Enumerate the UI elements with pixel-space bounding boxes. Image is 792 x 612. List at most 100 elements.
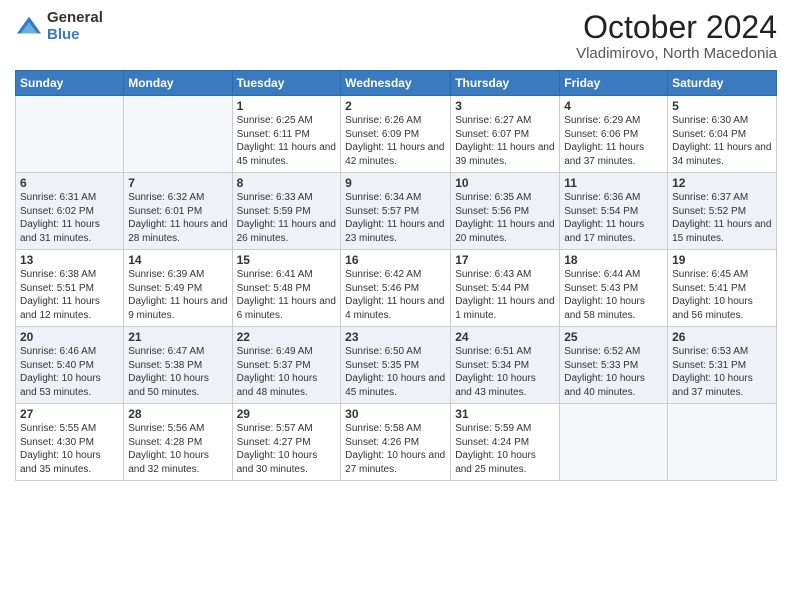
table-row: 31Sunrise: 5:59 AMSunset: 4:24 PMDayligh…	[451, 404, 560, 481]
day-number: 10	[455, 176, 555, 190]
day-info: Sunrise: 6:32 AMSunset: 6:01 PMDaylight:…	[128, 191, 227, 245]
table-row: 20Sunrise: 6:46 AMSunset: 5:40 PMDayligh…	[16, 327, 124, 404]
location-subtitle: Vladimirovo, North Macedonia	[576, 45, 777, 62]
day-number: 30	[345, 407, 446, 421]
calendar-table: Sunday Monday Tuesday Wednesday Thursday…	[15, 70, 777, 481]
table-row	[560, 404, 668, 481]
day-number: 13	[20, 253, 119, 267]
day-number: 6	[20, 176, 119, 190]
calendar-week-row: 1Sunrise: 6:25 AMSunset: 6:11 PMDaylight…	[16, 96, 777, 173]
day-number: 31	[455, 407, 555, 421]
day-number: 20	[20, 330, 119, 344]
day-info: Sunrise: 6:51 AMSunset: 5:34 PMDaylight:…	[455, 345, 555, 399]
table-row: 4Sunrise: 6:29 AMSunset: 6:06 PMDaylight…	[560, 96, 668, 173]
day-info: Sunrise: 6:29 AMSunset: 6:06 PMDaylight:…	[564, 114, 663, 168]
logo-blue-text: Blue	[47, 27, 103, 44]
title-block: October 2024 Vladimirovo, North Macedoni…	[576, 10, 777, 62]
calendar-week-row: 13Sunrise: 6:38 AMSunset: 5:51 PMDayligh…	[16, 250, 777, 327]
table-row: 13Sunrise: 6:38 AMSunset: 5:51 PMDayligh…	[16, 250, 124, 327]
day-number: 18	[564, 253, 663, 267]
day-info: Sunrise: 6:34 AMSunset: 5:57 PMDaylight:…	[345, 191, 446, 245]
logo-general-text: General	[47, 10, 103, 27]
col-tuesday: Tuesday	[232, 71, 341, 96]
day-number: 7	[128, 176, 227, 190]
table-row: 25Sunrise: 6:52 AMSunset: 5:33 PMDayligh…	[560, 327, 668, 404]
day-number: 4	[564, 99, 663, 113]
day-number: 15	[237, 253, 337, 267]
day-info: Sunrise: 5:59 AMSunset: 4:24 PMDaylight:…	[455, 422, 555, 476]
day-number: 23	[345, 330, 446, 344]
page-header: General Blue October 2024 Vladimirovo, N…	[15, 10, 777, 62]
table-row: 15Sunrise: 6:41 AMSunset: 5:48 PMDayligh…	[232, 250, 341, 327]
day-info: Sunrise: 6:37 AMSunset: 5:52 PMDaylight:…	[672, 191, 772, 245]
calendar-week-row: 20Sunrise: 6:46 AMSunset: 5:40 PMDayligh…	[16, 327, 777, 404]
day-number: 17	[455, 253, 555, 267]
logo-text: General Blue	[47, 10, 103, 43]
day-info: Sunrise: 6:47 AMSunset: 5:38 PMDaylight:…	[128, 345, 227, 399]
table-row: 6Sunrise: 6:31 AMSunset: 6:02 PMDaylight…	[16, 173, 124, 250]
table-row: 12Sunrise: 6:37 AMSunset: 5:52 PMDayligh…	[668, 173, 777, 250]
calendar-page: General Blue October 2024 Vladimirovo, N…	[0, 0, 792, 612]
day-number: 26	[672, 330, 772, 344]
day-info: Sunrise: 6:38 AMSunset: 5:51 PMDaylight:…	[20, 268, 119, 322]
table-row: 27Sunrise: 5:55 AMSunset: 4:30 PMDayligh…	[16, 404, 124, 481]
table-row: 19Sunrise: 6:45 AMSunset: 5:41 PMDayligh…	[668, 250, 777, 327]
table-row: 9Sunrise: 6:34 AMSunset: 5:57 PMDaylight…	[341, 173, 451, 250]
logo-icon	[15, 13, 43, 41]
col-wednesday: Wednesday	[341, 71, 451, 96]
col-saturday: Saturday	[668, 71, 777, 96]
calendar-week-row: 6Sunrise: 6:31 AMSunset: 6:02 PMDaylight…	[16, 173, 777, 250]
day-info: Sunrise: 6:26 AMSunset: 6:09 PMDaylight:…	[345, 114, 446, 168]
table-row: 23Sunrise: 6:50 AMSunset: 5:35 PMDayligh…	[341, 327, 451, 404]
day-info: Sunrise: 6:52 AMSunset: 5:33 PMDaylight:…	[564, 345, 663, 399]
day-number: 5	[672, 99, 772, 113]
day-info: Sunrise: 6:27 AMSunset: 6:07 PMDaylight:…	[455, 114, 555, 168]
calendar-header-row: Sunday Monday Tuesday Wednesday Thursday…	[16, 71, 777, 96]
table-row: 18Sunrise: 6:44 AMSunset: 5:43 PMDayligh…	[560, 250, 668, 327]
day-info: Sunrise: 6:31 AMSunset: 6:02 PMDaylight:…	[20, 191, 119, 245]
day-info: Sunrise: 6:50 AMSunset: 5:35 PMDaylight:…	[345, 345, 446, 399]
day-info: Sunrise: 6:43 AMSunset: 5:44 PMDaylight:…	[455, 268, 555, 322]
day-number: 9	[345, 176, 446, 190]
col-sunday: Sunday	[16, 71, 124, 96]
table-row: 24Sunrise: 6:51 AMSunset: 5:34 PMDayligh…	[451, 327, 560, 404]
table-row: 10Sunrise: 6:35 AMSunset: 5:56 PMDayligh…	[451, 173, 560, 250]
table-row: 17Sunrise: 6:43 AMSunset: 5:44 PMDayligh…	[451, 250, 560, 327]
day-info: Sunrise: 5:55 AMSunset: 4:30 PMDaylight:…	[20, 422, 119, 476]
day-info: Sunrise: 6:46 AMSunset: 5:40 PMDaylight:…	[20, 345, 119, 399]
day-info: Sunrise: 6:25 AMSunset: 6:11 PMDaylight:…	[237, 114, 337, 168]
day-number: 25	[564, 330, 663, 344]
day-number: 27	[20, 407, 119, 421]
col-thursday: Thursday	[451, 71, 560, 96]
day-number: 2	[345, 99, 446, 113]
day-info: Sunrise: 6:45 AMSunset: 5:41 PMDaylight:…	[672, 268, 772, 322]
day-number: 21	[128, 330, 227, 344]
day-number: 16	[345, 253, 446, 267]
day-number: 1	[237, 99, 337, 113]
table-row: 3Sunrise: 6:27 AMSunset: 6:07 PMDaylight…	[451, 96, 560, 173]
day-number: 3	[455, 99, 555, 113]
day-info: Sunrise: 6:35 AMSunset: 5:56 PMDaylight:…	[455, 191, 555, 245]
col-monday: Monday	[124, 71, 232, 96]
table-row: 16Sunrise: 6:42 AMSunset: 5:46 PMDayligh…	[341, 250, 451, 327]
day-info: Sunrise: 6:30 AMSunset: 6:04 PMDaylight:…	[672, 114, 772, 168]
day-info: Sunrise: 6:53 AMSunset: 5:31 PMDaylight:…	[672, 345, 772, 399]
table-row: 28Sunrise: 5:56 AMSunset: 4:28 PMDayligh…	[124, 404, 232, 481]
table-row: 21Sunrise: 6:47 AMSunset: 5:38 PMDayligh…	[124, 327, 232, 404]
table-row	[16, 96, 124, 173]
day-number: 24	[455, 330, 555, 344]
table-row: 2Sunrise: 6:26 AMSunset: 6:09 PMDaylight…	[341, 96, 451, 173]
day-number: 8	[237, 176, 337, 190]
day-info: Sunrise: 6:49 AMSunset: 5:37 PMDaylight:…	[237, 345, 337, 399]
day-number: 11	[564, 176, 663, 190]
logo: General Blue	[15, 10, 103, 43]
table-row: 1Sunrise: 6:25 AMSunset: 6:11 PMDaylight…	[232, 96, 341, 173]
day-number: 14	[128, 253, 227, 267]
day-info: Sunrise: 6:42 AMSunset: 5:46 PMDaylight:…	[345, 268, 446, 322]
day-info: Sunrise: 5:56 AMSunset: 4:28 PMDaylight:…	[128, 422, 227, 476]
table-row: 7Sunrise: 6:32 AMSunset: 6:01 PMDaylight…	[124, 173, 232, 250]
day-number: 22	[237, 330, 337, 344]
day-number: 28	[128, 407, 227, 421]
day-info: Sunrise: 6:44 AMSunset: 5:43 PMDaylight:…	[564, 268, 663, 322]
day-number: 29	[237, 407, 337, 421]
